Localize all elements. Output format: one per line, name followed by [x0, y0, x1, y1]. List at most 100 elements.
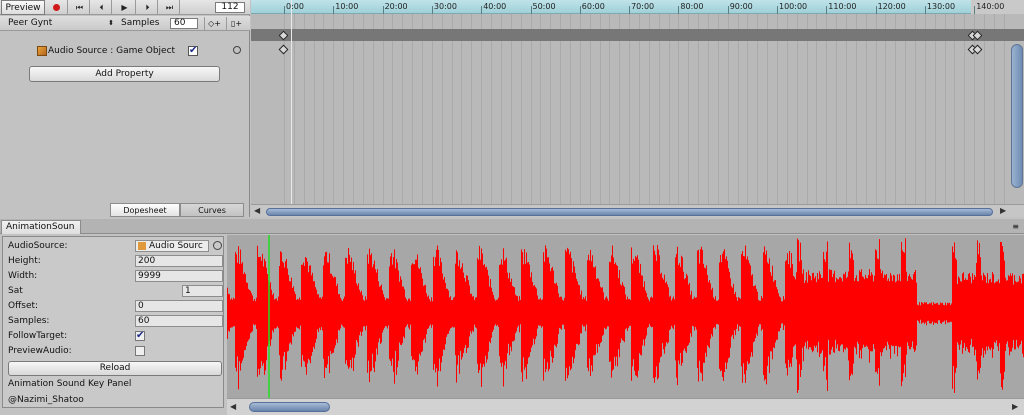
ruler-tick-label: 60:00	[581, 2, 605, 11]
width-row: Width: 9999	[8, 269, 223, 283]
timeline-grid-line	[777, 14, 778, 204]
record-icon	[53, 4, 60, 11]
timeline-grid-line	[708, 14, 709, 204]
ruler-tick-mark	[431, 6, 433, 14]
ruler-tick-label: 10:00	[335, 2, 359, 11]
samples-field[interactable]: 60	[170, 18, 198, 29]
timeline-grid-line	[895, 14, 896, 204]
sat-field[interactable]: 1	[182, 285, 223, 297]
width-field[interactable]: 9999	[135, 270, 223, 282]
timeline-grid-line	[481, 14, 482, 204]
next-frame-button[interactable]: ⏵	[136, 0, 158, 15]
add-keyframe-button[interactable]: ◇+	[204, 17, 224, 30]
tab-curves[interactable]: Curves	[180, 203, 244, 217]
follow-target-checkbox[interactable]: ✔	[135, 331, 145, 341]
bottom-tab-bar: AnimationSoun ≡	[0, 219, 1024, 234]
offset-row: Offset: 0	[8, 299, 223, 313]
timeline-grid-line	[373, 14, 374, 204]
ruler-tick-label: 80:00	[680, 2, 704, 11]
waveform-view[interactable]	[227, 235, 1024, 398]
tab-dopesheet[interactable]: Dopesheet	[110, 203, 180, 217]
timeline-grid-line	[807, 14, 808, 204]
timeline-grid-line	[304, 14, 305, 204]
playhead-line[interactable]	[291, 0, 292, 204]
ruler-tick-mark	[974, 6, 976, 14]
play-button[interactable]: ▶	[112, 0, 136, 15]
view-tabs: Dopesheet Curves	[0, 203, 250, 217]
preview-audio-checkbox[interactable]	[135, 346, 145, 356]
scroll-left-icon[interactable]: ◀	[254, 206, 260, 215]
prev-frame-button[interactable]: ⏴	[90, 0, 112, 15]
height-field[interactable]: 200	[135, 255, 223, 267]
ruler-tick-label: 20:00	[384, 2, 408, 11]
add-event-button[interactable]: ▯+	[226, 17, 246, 30]
samples-field[interactable]: 60	[135, 315, 223, 327]
audio-source-label: AudioSource:	[8, 241, 68, 251]
last-frame-button[interactable]: ⏭	[158, 0, 180, 15]
timeline-grid-line	[402, 14, 403, 204]
timeline-grid-line	[787, 14, 788, 204]
property-options-icon[interactable]	[233, 46, 241, 54]
timeline-grid-line	[964, 14, 965, 204]
waveform-scrollbar[interactable]: ◀ ▶	[227, 398, 1024, 415]
follow-target-label: FollowTarget:	[8, 331, 68, 341]
timeline-horizontal-scrollbar[interactable]: ◀ ▶	[251, 204, 1024, 217]
timeline-grid-line	[747, 14, 748, 204]
audio-source-field[interactable]: Audio Sourc	[135, 240, 209, 252]
samples-label: Samples	[121, 18, 160, 28]
record-button[interactable]	[46, 0, 68, 15]
preview-button-label: Preview	[5, 2, 41, 13]
timeline-grid-line	[432, 14, 433, 204]
property-enabled-checkbox[interactable]: ✔	[188, 46, 198, 56]
ruler-tick-mark	[777, 6, 778, 14]
waveform-scroll-thumb[interactable]	[249, 402, 330, 412]
property-keyframe-start[interactable]	[278, 44, 289, 55]
timeline-vertical-scrollbar[interactable]	[1011, 44, 1023, 188]
offset-label: Offset:	[8, 301, 39, 311]
panel-menu-icon[interactable]: ≡	[1012, 222, 1019, 231]
next-frame-icon: ⏵	[145, 2, 150, 12]
timeline-grid-line	[649, 14, 650, 204]
preview-audio-row: PreviewAudio:	[8, 344, 223, 358]
timeline-grid-line	[935, 14, 936, 204]
follow-target-row: FollowTarget: ✔	[8, 329, 223, 343]
clip-name: Peer Gynt	[8, 18, 53, 28]
timeline-grid-line	[994, 14, 995, 204]
dopesheet-timeline[interactable]: 0:00 10:00 20:00 30:00 40:00 50:00 60:00 70:00 8…	[251, 0, 1024, 217]
timeline-grid-line	[600, 14, 601, 204]
last-frame-icon: ⏭	[165, 2, 173, 12]
timeline-grid-line	[383, 14, 384, 204]
timeline-grid-line	[609, 14, 610, 204]
timeline-grid-line	[314, 14, 315, 204]
ruler-tick-mark	[481, 6, 483, 14]
scroll-right-icon[interactable]: ▶	[1000, 206, 1006, 215]
add-property-button[interactable]: Add Property	[29, 66, 220, 82]
add-keyframe-icon: ◇+	[208, 19, 221, 28]
clip-select[interactable]: Peer Gynt ⬍	[2, 17, 116, 30]
offset-field[interactable]: 0	[135, 300, 223, 312]
tab-animation-sound[interactable]: AnimationSoun	[1, 220, 81, 234]
timeline-grid-line	[866, 14, 867, 204]
property-row[interactable]: Audio Source : Game Object ✔	[0, 44, 250, 58]
frame-field[interactable]: 112	[215, 2, 245, 13]
timeline-grid-line	[343, 14, 344, 204]
first-frame-button[interactable]: ⏮	[68, 0, 90, 15]
summary-row	[251, 29, 1024, 41]
width-label: Width:	[8, 271, 38, 281]
ruler-tick-label: 130:00	[926, 2, 956, 11]
reload-button[interactable]: Reload	[8, 361, 222, 376]
time-ruler[interactable]: 0:00 10:00 20:00 30:00 40:00 50:00 60:00 70:00 8…	[251, 0, 1024, 14]
preview-button[interactable]: Preview	[1, 0, 45, 15]
ruler-tick-label: 0:00	[286, 2, 304, 11]
wave-scroll-left-icon[interactable]: ◀	[230, 402, 236, 411]
timeline-grid-line	[728, 14, 729, 204]
timeline-grid-line	[925, 14, 926, 204]
timeline-scroll-thumb[interactable]	[266, 208, 993, 216]
ruler-tick-mark	[333, 6, 335, 14]
add-event-icon: ▯+	[230, 19, 243, 28]
object-picker-icon[interactable]	[213, 241, 222, 250]
timeline-grid-line	[669, 14, 670, 204]
wave-scroll-right-icon[interactable]: ▶	[1012, 402, 1018, 411]
ruler-tick-mark	[530, 6, 532, 14]
timeline-grid-line	[718, 14, 719, 204]
